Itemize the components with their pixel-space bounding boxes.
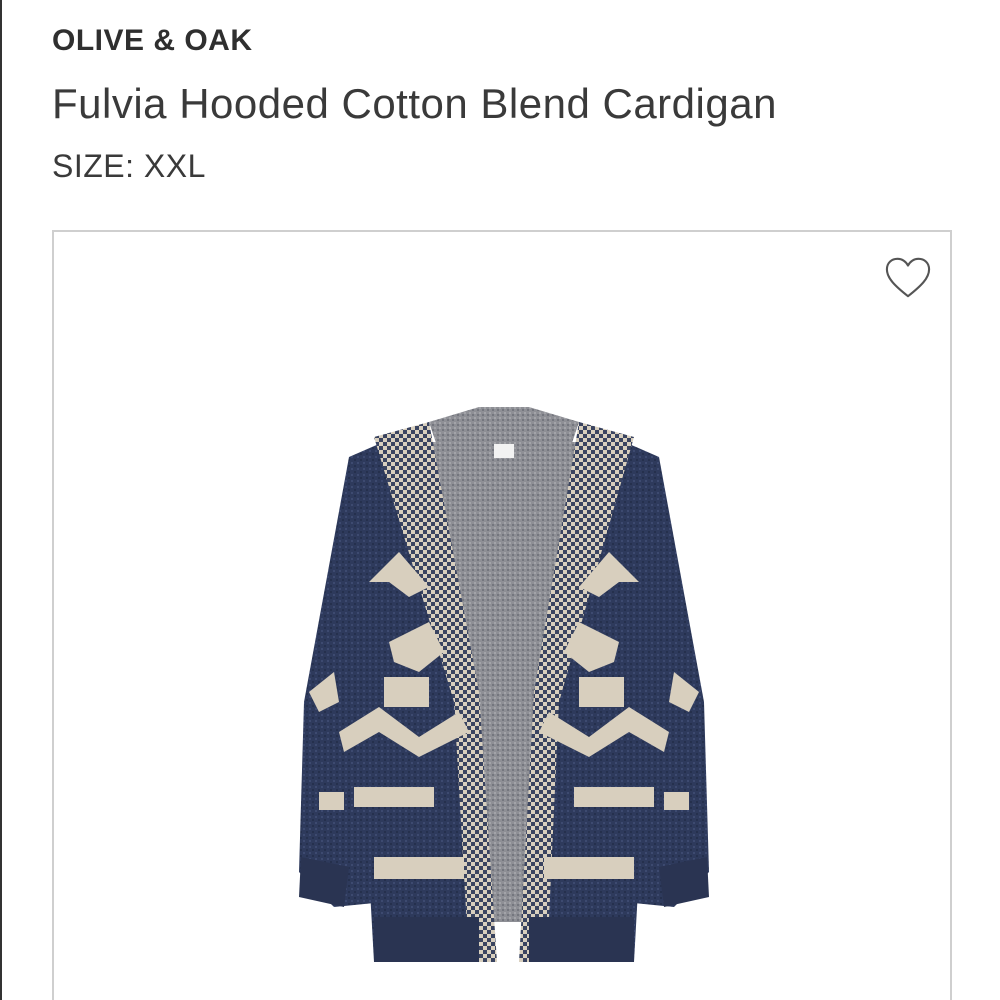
product-detail-page: OLIVE & OAK Fulvia Hooded Cotton Blend C… (0, 0, 1000, 1000)
size-label: SIZE: (52, 148, 135, 184)
left-hem (374, 917, 479, 962)
size-value: XXL (143, 148, 206, 184)
product-image-card (52, 230, 952, 1000)
right-hem (529, 917, 634, 962)
favorite-button[interactable] (884, 254, 932, 302)
product-image[interactable] (279, 402, 729, 967)
heart-outline-icon (885, 257, 931, 298)
garment-label (494, 444, 514, 458)
product-title: Fulvia Hooded Cotton Blend Cardigan (52, 80, 777, 127)
brand-name[interactable]: OLIVE & OAK (52, 24, 253, 58)
size-info: SIZE: XXL (52, 148, 206, 185)
